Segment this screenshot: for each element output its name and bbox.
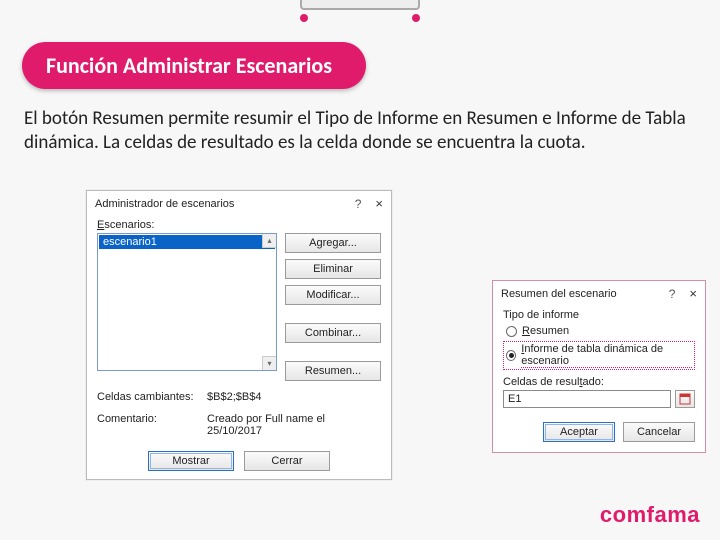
summary-button[interactable]: Resumen... [285, 361, 381, 381]
scenarios-label: Escenarios: [97, 219, 381, 231]
binder-clip-decoration [300, 0, 420, 22]
help-icon[interactable]: ? [669, 287, 676, 301]
comment-value: Creado por Full name el 25/10/2017 [207, 413, 381, 437]
merge-button[interactable]: Combinar... [285, 323, 381, 343]
comment-label: Comentario: [97, 413, 207, 437]
dialog-title: Administrador de escenarios [95, 198, 234, 210]
changing-cells-value: $B$2;$B$4 [207, 391, 381, 403]
modify-button[interactable]: Modificar... [285, 285, 381, 305]
scenario-summary-dialog: Resumen del escenario ? × Tipo de inform… [492, 280, 706, 453]
list-item[interactable]: escenario1 [99, 235, 275, 249]
scenario-manager-dialog: Administrador de escenarios ? × Escenari… [86, 190, 392, 480]
add-button[interactable]: Agregar... [285, 233, 381, 253]
dialog-titlebar: Resumen del escenario ? × [493, 281, 705, 305]
radio-icon [506, 326, 517, 337]
delete-button[interactable]: Eliminar [285, 259, 381, 279]
close-icon[interactable]: × [375, 196, 383, 211]
radio-summary-option[interactable]: Resumen [503, 323, 695, 339]
changing-cells-label: Celdas cambiantes: [97, 391, 207, 403]
close-icon[interactable]: × [689, 286, 697, 301]
dialog-titlebar: Administrador de escenarios ? × [87, 191, 391, 215]
accept-button[interactable]: Aceptar [543, 422, 615, 442]
dialog-title: Resumen del escenario [501, 288, 617, 300]
report-type-label: Tipo de informe [503, 309, 695, 321]
help-icon[interactable]: ? [355, 197, 362, 211]
radio-pivot-option[interactable]: Informe de tabla dinámica de escenario [503, 341, 695, 370]
cancel-button[interactable]: Cancelar [623, 422, 695, 442]
brand-logo: comfama [600, 502, 700, 528]
scroll-down-icon[interactable]: ▾ [262, 356, 276, 370]
show-button[interactable]: Mostrar [148, 451, 234, 471]
radio-icon [506, 350, 516, 361]
close-button[interactable]: Cerrar [244, 451, 330, 471]
slide-body-text: El botón Resumen permite resumir el Tipo… [24, 107, 696, 155]
result-cells-label: Celdas de resultado: [503, 376, 695, 388]
slide-heading: Función Administrar Escenarios [22, 42, 366, 89]
scenarios-listbox[interactable]: escenario1 ▴ ▾ [97, 233, 277, 371]
result-cells-input[interactable]: E1 [503, 390, 671, 408]
range-picker-icon[interactable] [675, 390, 695, 408]
scroll-up-icon[interactable]: ▴ [262, 234, 276, 248]
